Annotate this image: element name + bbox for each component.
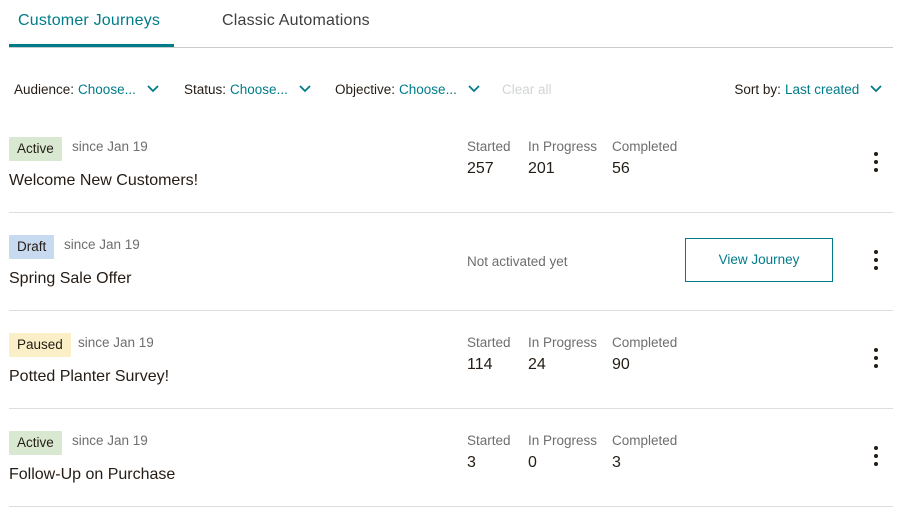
journey-title[interactable]: Welcome New Customers! [9, 172, 198, 190]
chevron-down-icon [870, 85, 882, 93]
status-filter-value: Choose... [230, 82, 288, 97]
objective-filter[interactable]: Objective: Choose... [335, 82, 480, 97]
since-date: since Jan 19 [64, 237, 140, 252]
stat-label: Started [467, 433, 511, 448]
stat-value: 3 [612, 454, 621, 471]
stat-value: 201 [528, 160, 555, 177]
stat-label: In Progress [528, 433, 598, 448]
chevron-down-icon [467, 85, 480, 93]
more-vertical-icon[interactable] [868, 446, 884, 470]
objective-filter-label: Objective: [335, 82, 396, 97]
journey-title[interactable]: Spring Sale Offer [9, 270, 131, 288]
journey-row: Active since Jan 19 Welcome New Customer… [9, 115, 893, 213]
chevron-down-icon [298, 85, 311, 93]
journey-row: Active since Jan 19 Follow-Up on Purchas… [9, 409, 893, 507]
stat-started: Started 114 [467, 335, 511, 374]
audience-filter-value: Choose... [78, 82, 136, 97]
stat-value: 24 [528, 356, 546, 373]
status-badge: Draft [9, 235, 55, 259]
stat-completed: Completed 56 [612, 139, 677, 178]
stat-label: Completed [612, 433, 678, 448]
tab-bar: Customer Journeys Classic Automations [9, 0, 893, 48]
status-filter-label: Status: [184, 82, 227, 97]
chevron-down-icon [146, 85, 159, 93]
more-vertical-icon[interactable] [868, 348, 884, 372]
more-vertical-icon[interactable] [868, 250, 884, 274]
stat-in-progress: In Progress 24 [528, 335, 597, 374]
journey-title[interactable]: Potted Planter Survey! [9, 368, 169, 386]
journey-list: Active since Jan 19 Welcome New Customer… [9, 115, 893, 507]
stat-label: Started [467, 139, 511, 154]
since-date: since Jan 19 [78, 335, 154, 350]
stat-label: Started [467, 335, 511, 350]
stat-label: In Progress [528, 335, 598, 350]
stat-completed: Completed 90 [612, 335, 677, 374]
since-date: since Jan 19 [72, 139, 148, 154]
stat-value: 257 [467, 160, 494, 177]
stat-started: Started 3 [467, 433, 511, 472]
journey-row: Paused since Jan 19 Potted Planter Surve… [9, 311, 893, 409]
active-tab-indicator [9, 44, 174, 47]
stat-completed: Completed 3 [612, 433, 677, 472]
tab-classic-automations[interactable]: Classic Automations [222, 12, 370, 30]
filter-bar: Audience: Choose... Status: Choose... Obje… [14, 82, 890, 102]
more-vertical-icon[interactable] [868, 152, 884, 176]
stat-label: In Progress [528, 139, 598, 154]
stat-in-progress: In Progress 0 [528, 433, 597, 472]
audience-filter[interactable]: Audience: Choose... [14, 82, 159, 97]
sort-dropdown[interactable]: Sort by: Last created [734, 82, 882, 97]
stat-value: 3 [467, 454, 476, 471]
stat-value: 90 [612, 356, 630, 373]
stat-label: Completed [612, 335, 678, 350]
journeys-page: Customer Journeys Classic Automations Au… [0, 0, 897, 507]
stat-value: 0 [528, 454, 537, 471]
stat-value: 114 [467, 356, 493, 373]
objective-filter-value: Choose... [399, 82, 457, 97]
audience-filter-label: Audience: [14, 82, 75, 97]
journey-title[interactable]: Follow-Up on Purchase [9, 466, 175, 484]
since-date: since Jan 19 [72, 433, 148, 448]
journey-row: Draft since Jan 19 Spring Sale Offer Not… [9, 213, 893, 311]
not-activated-note: Not activated yet [467, 254, 568, 269]
stat-started: Started 257 [467, 139, 511, 178]
stat-value: 56 [612, 160, 630, 177]
status-badge: Active [9, 137, 62, 161]
stat-label: Completed [612, 139, 678, 154]
status-badge: Paused [9, 333, 71, 357]
status-filter[interactable]: Status: Choose... [184, 82, 311, 97]
sort-value: Last created [784, 82, 860, 97]
tab-label: Customer Journeys [18, 12, 161, 29]
stat-in-progress: In Progress 201 [528, 139, 597, 178]
tab-customer-journeys[interactable]: Customer Journeys [9, 12, 174, 47]
tab-label: Classic Automations [222, 12, 370, 29]
view-journey-button[interactable]: View Journey [685, 238, 833, 282]
sort-label: Sort by: [734, 82, 781, 97]
clear-all-button[interactable]: Clear all [502, 82, 552, 97]
status-badge: Active [9, 431, 62, 455]
